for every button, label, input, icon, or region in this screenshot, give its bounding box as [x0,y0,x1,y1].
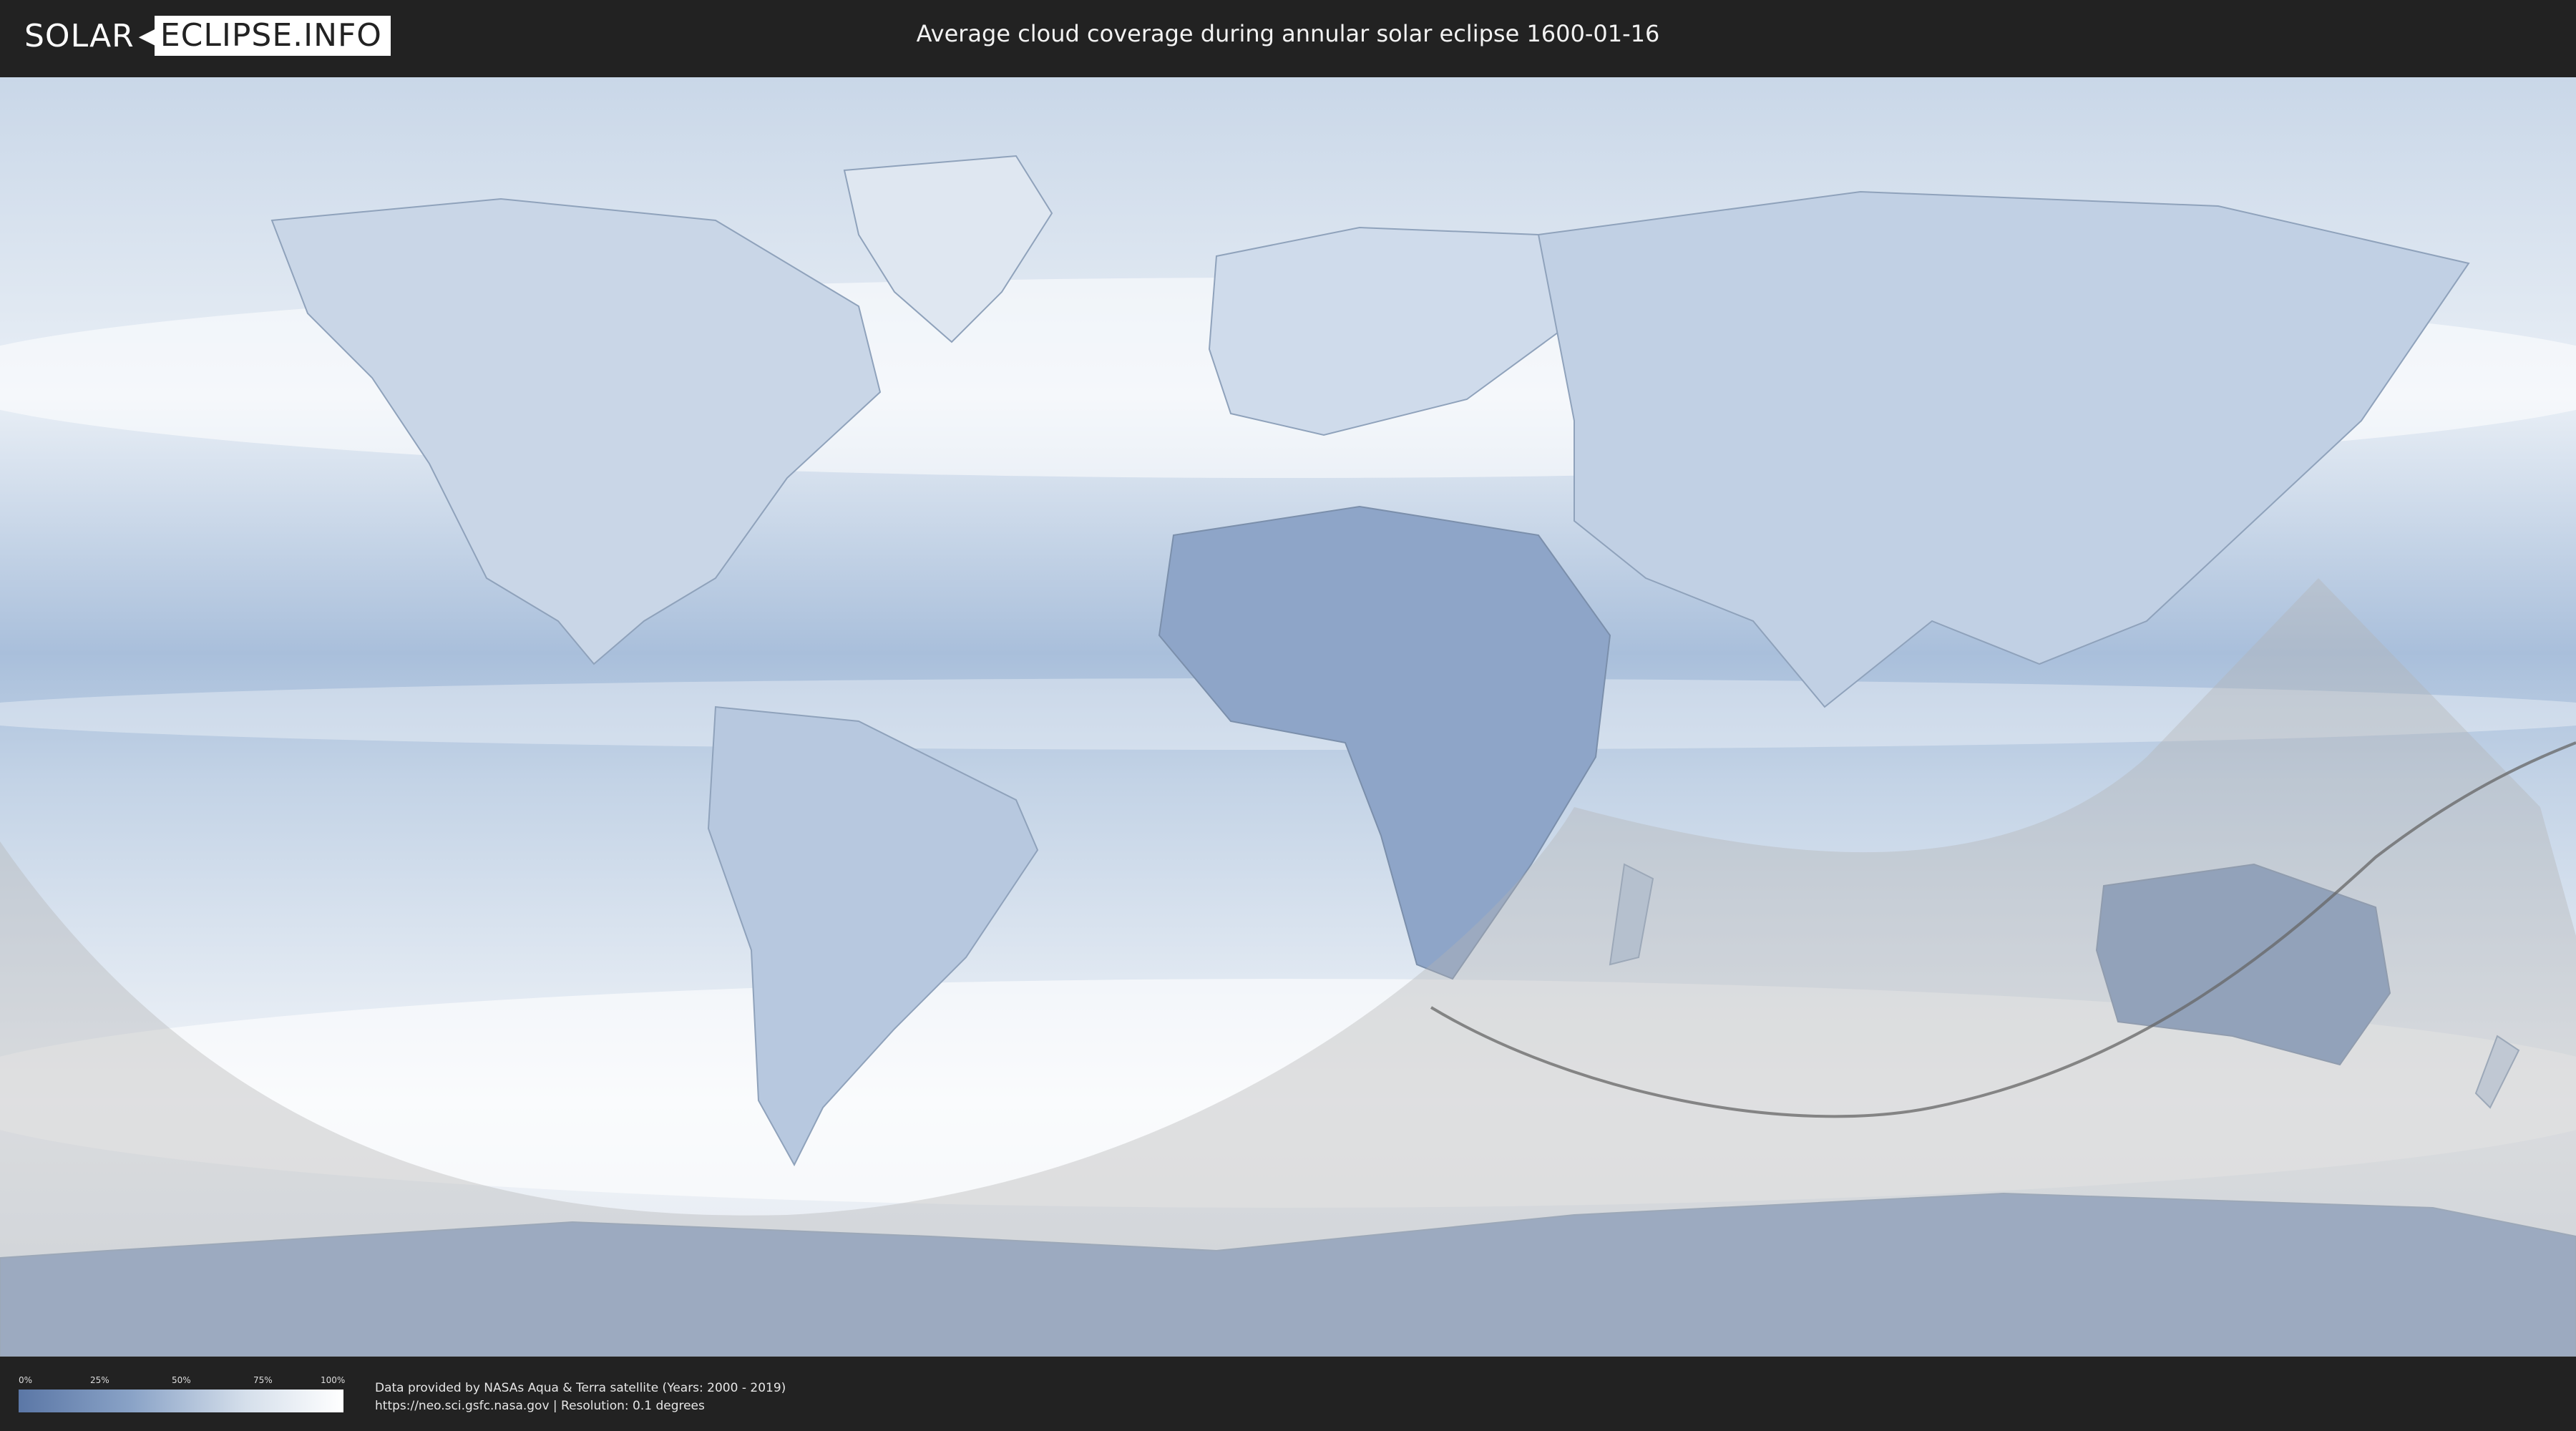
cloud-coverage-legend: 0% 25% 50% 75% 100% [19,1375,345,1415]
legend-tick-100: 100% [321,1375,346,1385]
footer-bar: 0% 25% 50% 75% 100% Data provided by NAS… [0,1359,2576,1431]
credit-line-1: Data provided by NASAs Aqua & Terra sate… [375,1381,786,1395]
credit-line-2[interactable]: https://neo.sci.gsfc.nasa.gov | Resoluti… [375,1397,786,1415]
header-bar: SOLAR ◀ ECLIPSE.INFO Average cloud cover… [0,0,2576,72]
legend-tick-50: 50% [172,1375,191,1385]
legend-tick-25: 25% [90,1375,109,1385]
world-map [0,77,2576,1357]
data-credits: Data provided by NASAs Aqua & Terra sate… [375,1379,786,1415]
legend-tick-75: 75% [253,1375,273,1385]
page-title: Average cloud coverage during annular so… [916,20,1660,47]
cloud-coverage-map[interactable] [0,77,2576,1357]
legend-tick-0: 0% [19,1375,33,1385]
legend-ticks: 0% 25% 50% 75% 100% [19,1375,345,1387]
legend-color-bar [19,1390,343,1412]
